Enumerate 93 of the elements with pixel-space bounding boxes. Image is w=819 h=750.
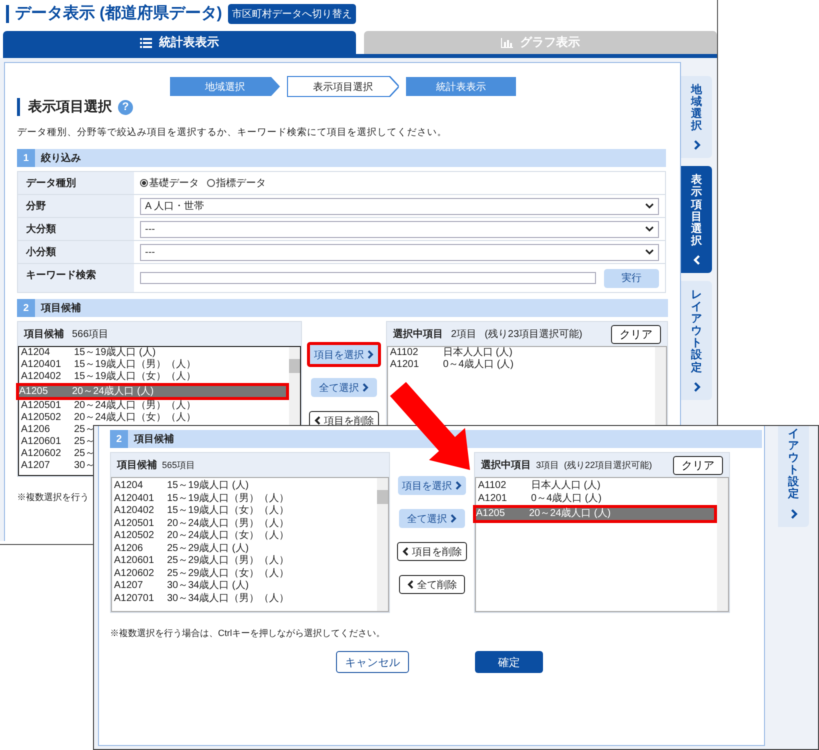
list-item[interactable]: A120501 20～24歳人口（男）（人） xyxy=(21,400,286,412)
select-field[interactable]: --- xyxy=(140,220,660,238)
dropdown-icon xyxy=(645,249,654,255)
list-item[interactable]: A1207 30～34歳人口 (人) xyxy=(114,580,374,592)
chevron-left-icon xyxy=(692,254,701,265)
form-label: 分野 xyxy=(18,195,134,217)
list-item[interactable]: A1201 0～4歳人口 (人) xyxy=(390,359,652,371)
move-button[interactable]: 全て選択 xyxy=(399,509,465,528)
list-item[interactable]: A120401 15～19歳人口（男）（人） xyxy=(114,492,374,505)
list-item[interactable]: A1204 15～19歳人口 (人) xyxy=(21,347,286,359)
section-title: 絞り込み xyxy=(41,151,81,165)
section-title: 項目候補 xyxy=(41,302,81,315)
list-item[interactable]: A1205 20～24歳人口 (人) xyxy=(16,383,289,400)
section-heading: 表示項目選択 xyxy=(28,98,112,116)
step-indicator: 統計表表示 xyxy=(406,77,516,96)
item-count: 566項目 xyxy=(72,328,109,341)
side-tab[interactable]: レイアウト設定 xyxy=(681,280,712,400)
scrollbar[interactable] xyxy=(717,478,728,611)
move-button[interactable]: 項目を選択 xyxy=(307,342,381,367)
run-button[interactable]: 実行 xyxy=(604,268,660,288)
list-item[interactable]: A1102 日本人人口 (人) xyxy=(478,480,714,492)
list-item[interactable]: A1201 0～4歳人口 (人) xyxy=(478,492,714,505)
clear-button[interactable]: クリア xyxy=(611,324,661,344)
move-button[interactable]: 項目を選択 xyxy=(398,476,466,495)
remaining-note: (残り22項目選択可能) xyxy=(564,458,652,472)
list-item[interactable]: A120402 15～19歳人口（女）（人） xyxy=(114,505,374,518)
chevron-right-icon xyxy=(692,382,701,392)
clear-button[interactable]: クリア xyxy=(673,456,723,474)
list-box[interactable]: A1102 日本人人口 (人) A1201 0～4歳人口 (人) A1205 20～24歳人口 (人) xyxy=(475,477,729,612)
select-field[interactable]: --- xyxy=(140,244,660,260)
form-label: データ種別 xyxy=(18,172,134,194)
list-item[interactable]: A120701 30～34歳人口（男）（人） xyxy=(114,592,374,605)
list-item[interactable]: A1205 20～24歳人口 (人) xyxy=(473,505,717,523)
description: データ種別、分野等で絞込み項目を選択するか、キーワード検索にて項目を選択してください。 xyxy=(17,126,448,139)
side-tab[interactable]: 地域選択 xyxy=(681,76,712,158)
list-item[interactable]: A1204 15～19歳人口 (人) xyxy=(114,480,374,492)
scrollbar[interactable] xyxy=(377,478,388,611)
chevron-left-icon xyxy=(402,547,409,556)
section-number: 2 xyxy=(17,299,35,317)
side-tab[interactable]: イアウト設定 xyxy=(778,426,809,527)
panel-title: 項目候補 xyxy=(24,328,64,341)
dropdown-icon xyxy=(645,203,654,209)
list-item[interactable]: A120602 25～29歳人口（女）（人） xyxy=(114,568,374,580)
cancel-button[interactable]: キャンセル xyxy=(336,651,409,673)
side-tab[interactable]: 表示項目選択 xyxy=(681,166,712,273)
chevron-left-icon xyxy=(407,580,414,589)
form-label: キーワード検索 xyxy=(18,264,134,292)
chevron-right-icon xyxy=(790,508,798,519)
select-field[interactable]: A 人口・世帯 xyxy=(140,198,660,214)
remaining-note: (残り23項目選択可能) xyxy=(484,328,582,341)
bar-chart-icon xyxy=(501,38,513,48)
list-item[interactable]: A1102 日本人人口 (人) xyxy=(390,347,652,359)
chevron-right-icon xyxy=(692,140,701,150)
list-box[interactable] xyxy=(111,477,389,612)
chevron-right-icon xyxy=(362,383,369,392)
switch-button[interactable]: 市区町村データへ切り替え xyxy=(228,4,356,24)
item-count: 565項目 xyxy=(162,458,196,472)
form-label: 小分類 xyxy=(18,241,134,263)
chevron-right-icon xyxy=(450,514,457,523)
item-count: 2項目 xyxy=(451,328,477,341)
page-title: データ表示 (都道府県データ) xyxy=(15,3,222,24)
list-icon xyxy=(140,38,152,48)
step-indicator: 地域選択 xyxy=(170,77,280,96)
section-title: 項目候補 xyxy=(134,432,174,446)
list-item[interactable]: A120502 20～24歳人口（女）（人） xyxy=(21,412,286,424)
section-number: 1 xyxy=(17,149,35,167)
chevron-left-icon xyxy=(314,416,321,425)
list-item[interactable]: A120601 25～29歳人口（男）（人） xyxy=(114,555,374,568)
arrow-icon xyxy=(390,382,470,470)
list-item[interactable]: A120402 15～19歳人口（女）（人） xyxy=(21,371,286,383)
confirm-button[interactable]: 確定 xyxy=(475,651,543,673)
chevron-right-icon xyxy=(455,481,462,490)
dropdown-icon xyxy=(645,226,654,232)
move-button[interactable]: 項目を削除 xyxy=(397,542,467,561)
hint-text: ※複数選択を行う場合は、Ctrlキーを押しながら選択してください。 xyxy=(110,627,385,640)
list-item[interactable]: A120401 15～19歳人口（男）（人） xyxy=(21,359,286,371)
panel-title: 選択中項目 xyxy=(393,328,443,341)
list-item[interactable]: A120502 20～24歳人口（女）（人） xyxy=(114,530,374,542)
panel-title: 項目候補 xyxy=(117,458,157,472)
panel-title: 選択中項目 xyxy=(481,458,531,472)
radio-option[interactable]: 指標データ xyxy=(207,176,266,190)
list-item[interactable]: A120501 20～24歳人口（男）（人） xyxy=(114,518,374,530)
item-count: 3項目 xyxy=(536,458,560,472)
keyword-input[interactable] xyxy=(140,272,596,284)
move-button[interactable]: 全て選択 xyxy=(311,378,377,397)
chevron-right-icon xyxy=(367,350,374,359)
list-item[interactable]: A1206 25～29歳人口 (人) xyxy=(114,542,374,555)
section-number: 2 xyxy=(110,430,128,448)
hint-text: ※複数選択を行う xyxy=(17,491,89,504)
radio-option[interactable]: 基礎データ xyxy=(140,176,199,190)
form-label: 大分類 xyxy=(18,218,134,240)
move-button[interactable]: 全て削除 xyxy=(399,575,465,594)
view-tab[interactable]: 統計表表示 xyxy=(3,31,356,54)
